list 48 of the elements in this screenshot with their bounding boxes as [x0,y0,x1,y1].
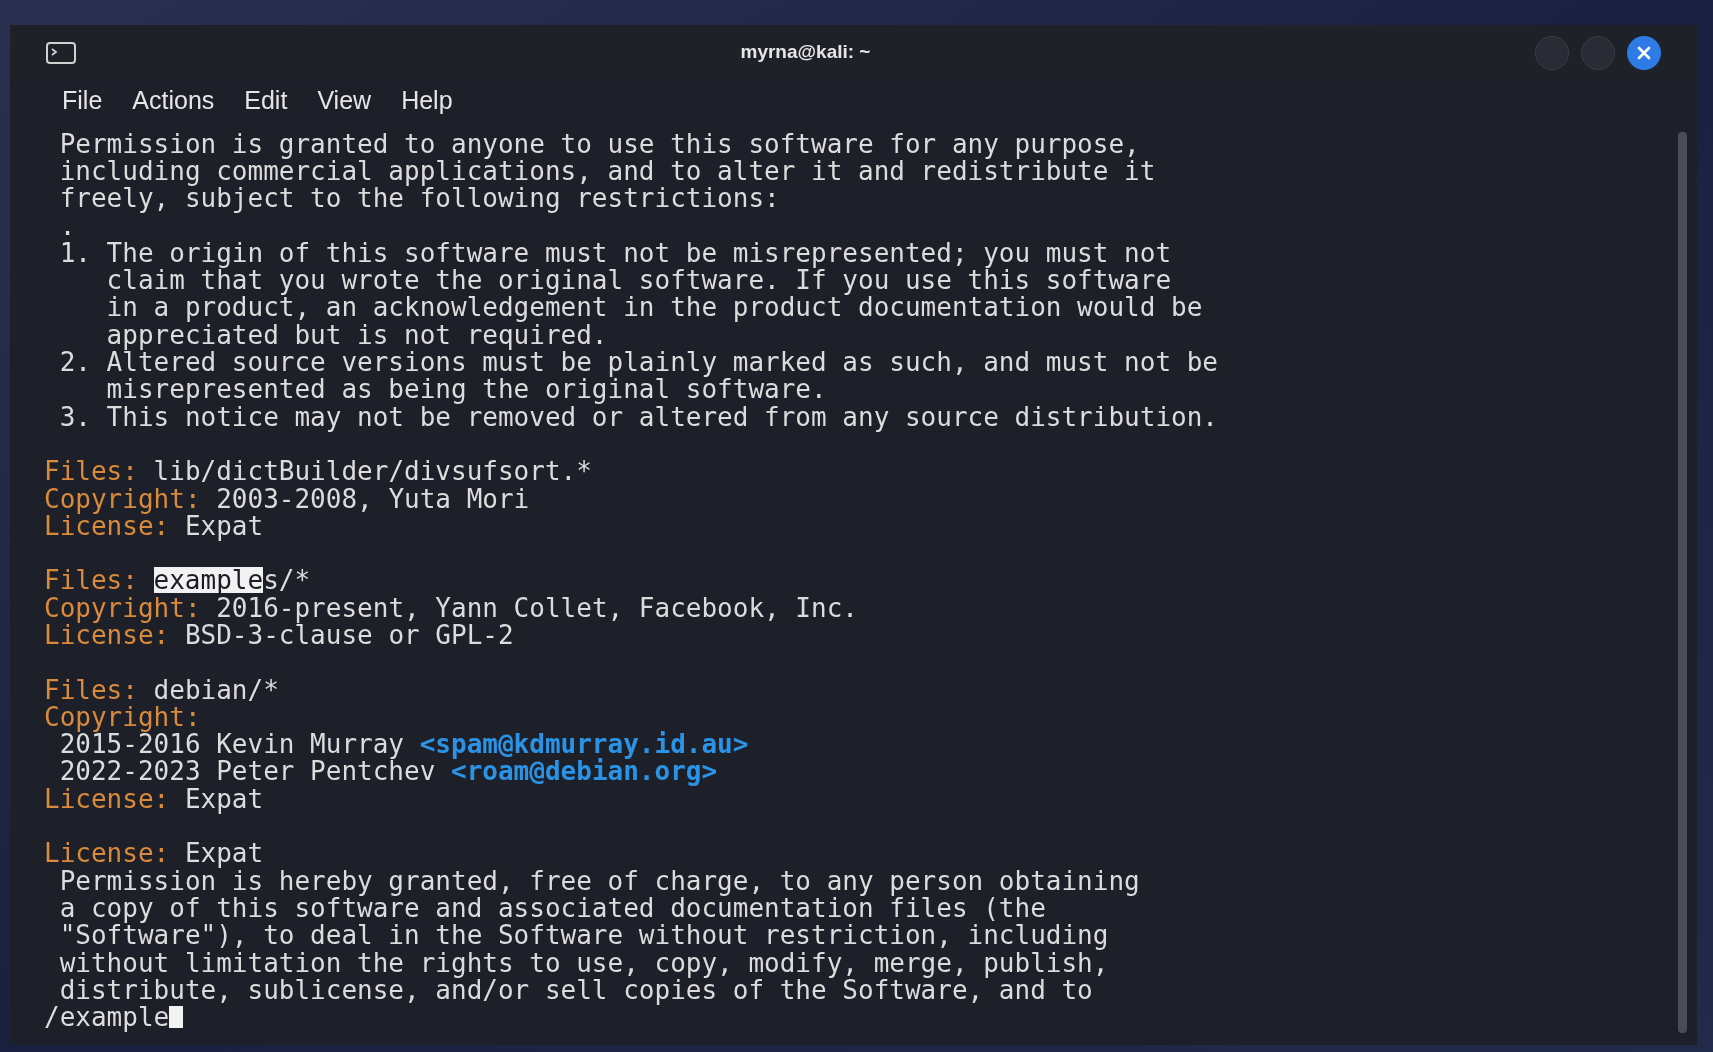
terminal-text: 2003-2008, Yuta Mori [215,485,530,512]
terminal-text: misrepresented as being the original software. [105,376,827,403]
terminal-text: lib/dictBuilder/divsufsort.* [152,458,592,485]
terminal-text: Expat [183,785,264,812]
field-label: Copyright: [44,594,201,621]
field-label: License: [44,512,170,539]
terminal-text: 2. Altered source versions must be plainly marked as such, and must not be [58,349,1218,375]
field-label: Copyright: [44,703,201,730]
menu-item[interactable]: View [311,82,378,120]
field-label: License: [44,622,170,648]
terminal-text: BSD-3-clause or GPL-2 [184,622,514,648]
field-label: Files: [44,458,138,485]
terminal-text: appreciated but is not required. [105,321,608,348]
menu-item[interactable]: Help [395,82,459,120]
scrollbar-thumb[interactable] [1677,132,1687,1033]
text-cursor [169,1006,184,1029]
menu-item[interactable]: Edit [238,82,294,120]
terminal-text: Permission is hereby granted, free of charge, to any person obtaining [58,867,1140,894]
maximize-button[interactable] [1581,35,1615,70]
terminal-text: 1. The origin of this software must not be misrepresented; you must not [58,239,1172,266]
terminal-text: a copy of this software and associated documentation files (the [58,894,1046,921]
terminal-text: 2022-2023 Peter Pentchev [58,758,436,785]
terminal-text: /example [44,1004,170,1031]
menu-item[interactable]: File [56,82,109,120]
close-icon [1637,45,1651,60]
email-address: <roam@debian.org> [451,758,718,785]
terminal-text: 2016-present, Yann Collet, Facebook, Inc. [216,594,858,621]
window-title: myrna@kali: ~ [740,40,871,65]
field-label: Files: [44,567,138,594]
field-label: License: [44,840,170,867]
terminal-text: Permission is granted to anyone to use this software for any purpose, [58,130,1140,157]
terminal-text: debian/* [152,676,279,703]
terminal-text: Expat [184,512,264,539]
minimize-button[interactable] [1535,35,1569,70]
terminal-text: . [58,212,76,239]
close-button[interactable] [1627,35,1661,70]
search-match: example [153,567,264,594]
terminal-text: "Software"), to deal in the Software without restriction, including [58,922,1109,949]
field-label: Copyright: [44,485,201,512]
terminal-text: 3. This notice may not be removed or altered from any source distribution. [58,403,1218,430]
menu-item[interactable]: Actions [126,82,221,120]
terminal-text: without limitation the rights to use, copy, modify, merge, publish, [58,949,1109,976]
terminal-icon [46,41,76,64]
terminal-text: s/* [263,567,311,594]
field-label: Files: [44,676,138,703]
email-address: <spam@kdmurray.id.au> [419,731,749,758]
field-label: License: [44,785,170,812]
terminal-text: Expat [183,840,264,867]
